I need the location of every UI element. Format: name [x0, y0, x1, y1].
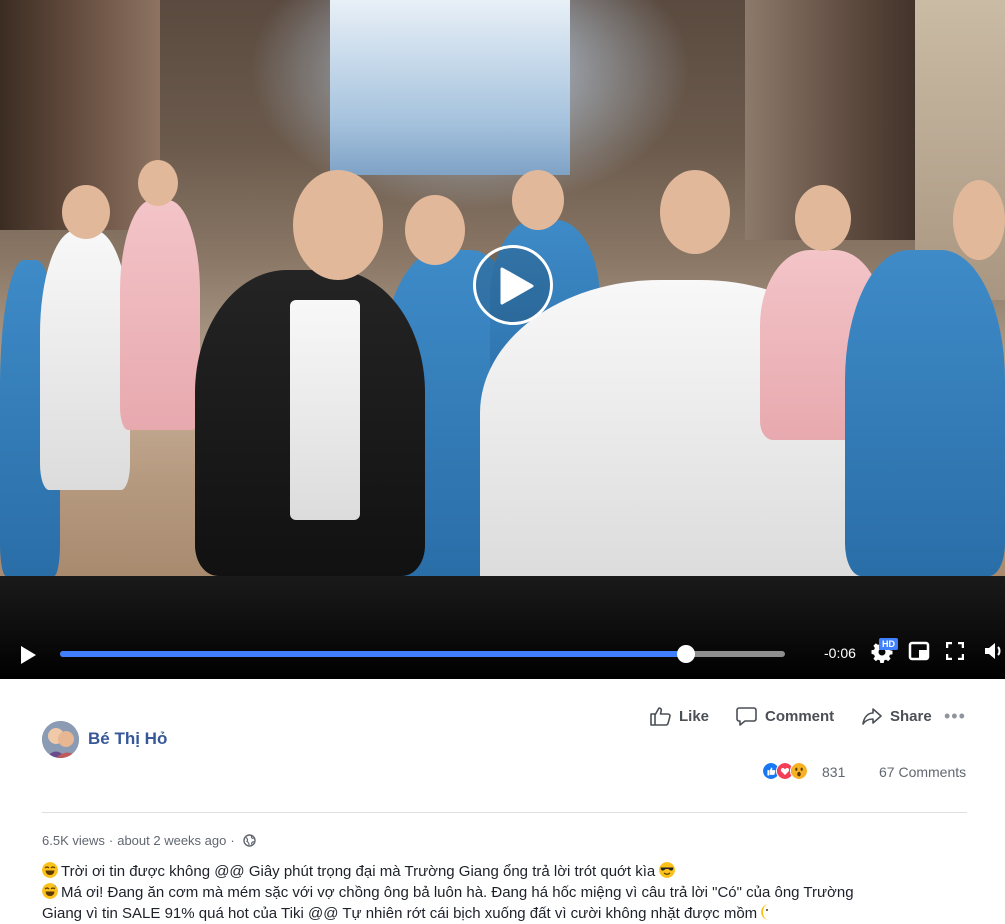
dancer-head	[138, 160, 178, 206]
dancer-head	[795, 185, 851, 251]
volume-icon[interactable]	[983, 640, 1005, 662]
dancer-head	[405, 195, 465, 265]
reaction-count[interactable]: 831	[822, 764, 845, 780]
like-button[interactable]: Like	[650, 706, 709, 726]
caption-line-text: Má ơi! Đang ăn cơm mà mém sặc với vợ chồ…	[61, 884, 854, 901]
comment-icon	[736, 707, 757, 726]
sweat-smile-emoji-icon	[42, 883, 58, 899]
caption-line-text: Giang vì tin SALE 91% quá hot của Tiki @…	[42, 905, 758, 922]
view-count: 6.5K views	[42, 833, 105, 848]
dancer-figure	[845, 250, 1005, 576]
progress-bar[interactable]	[60, 645, 785, 663]
post-timestamp[interactable]: about 2 weeks ago	[117, 833, 226, 848]
laughing-emoji-icon	[42, 862, 58, 878]
comments-count-link[interactable]: 67 Comments	[879, 764, 966, 780]
progress-handle[interactable]	[677, 645, 696, 663]
play-icon[interactable]	[18, 644, 38, 666]
fullscreen-icon[interactable]	[946, 642, 964, 660]
comment-button[interactable]: Comment	[736, 706, 834, 726]
groom-head	[293, 170, 383, 280]
reactions-summary[interactable]	[762, 762, 822, 782]
dancer-figure	[40, 230, 130, 490]
meta-separator: ·	[230, 833, 235, 848]
post-meta: 6.5K views · about 2 weeks ago ·	[42, 833, 256, 848]
comment-label: Comment	[765, 707, 835, 725]
play-overlay-button[interactable]	[473, 245, 553, 325]
picture-in-picture-icon[interactable]	[908, 640, 930, 662]
share-icon	[862, 708, 882, 725]
bride-head	[660, 170, 730, 254]
author-name[interactable]: Bé Thị Hỏ	[88, 729, 167, 749]
hd-badge[interactable]: HD	[879, 638, 898, 650]
more-options-button[interactable]: •••	[944, 706, 966, 727]
dancer-figure	[120, 200, 200, 430]
video-controls: -0:06 HD	[0, 576, 1005, 679]
avatar-image	[42, 721, 79, 758]
sunglasses-emoji-icon	[659, 862, 676, 878]
share-button[interactable]: Share	[862, 706, 932, 726]
scene-backdrop	[330, 0, 570, 175]
caption-line: Má ơi! Đang ăn cơm mà mém sặc với vợ chồ…	[42, 882, 977, 903]
time-remaining: -0:06	[824, 645, 856, 661]
post-caption: Trời ơi tin được không @@ Giây phút trọn…	[42, 861, 977, 924]
share-label: Share	[890, 707, 932, 725]
video-player[interactable]: -0:06 HD	[0, 0, 1005, 679]
caption-line: Trời ơi tin được không @@ Giây phút trọn…	[42, 861, 977, 882]
dancer-head	[953, 180, 1005, 260]
groom-shirt	[290, 300, 360, 520]
dancer-head	[512, 170, 564, 230]
caption-line-text: Trời ơi tin được không @@ Giây phút trọn…	[61, 863, 656, 880]
dancer-head	[62, 185, 110, 239]
globe-icon[interactable]	[243, 834, 256, 847]
moon-face-emoji-icon	[761, 904, 770, 920]
wow-reaction-icon	[790, 762, 808, 780]
divider	[42, 812, 967, 813]
progress-fill	[60, 651, 687, 657]
meta-separator: ·	[108, 833, 114, 848]
avatar[interactable]	[42, 721, 79, 758]
thumbs-up-icon	[650, 707, 671, 726]
like-label: Like	[679, 707, 710, 725]
play-icon	[500, 267, 534, 305]
